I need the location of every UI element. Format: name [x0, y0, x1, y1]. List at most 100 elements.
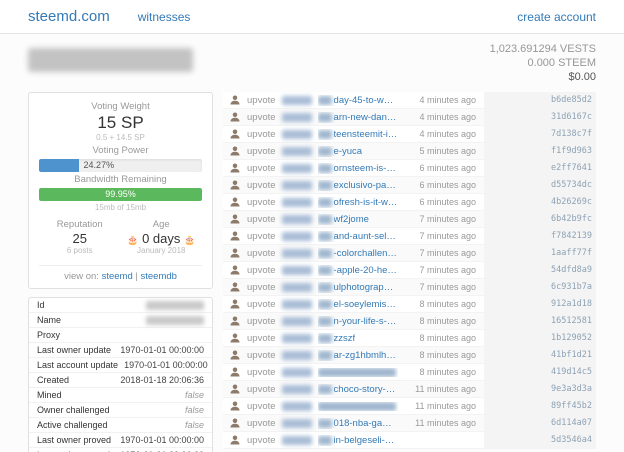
tx-hash-link[interactable]: 54dfd8a9 [484, 262, 596, 279]
tx-title-link[interactable]: exclusivo-para-steemit-sencillo-y-... [334, 180, 398, 191]
tx-hash-link[interactable]: e2ff7641 [484, 160, 596, 177]
tx-action-label: upvote [247, 349, 276, 361]
tx-timestamp: 6 minutes ago [419, 163, 476, 173]
tx-author-redacted[interactable] [281, 95, 312, 105]
tx-hash-link[interactable]: d55734dc [484, 177, 596, 194]
tx-hash-link[interactable]: 5d3546a4 [484, 432, 596, 449]
tx-title-link[interactable]: -apple-20-health-benefits [334, 265, 398, 276]
transaction-row: upvote ornsteem-is-beating-bitcoin 6 min… [223, 160, 596, 177]
tx-action-label: upvote [247, 264, 276, 276]
steemd-link[interactable]: steemd [102, 271, 133, 282]
tx-title-link[interactable]: teensteemit-iron-chef-2018-act-01-ro... [334, 129, 398, 140]
tx-title-link[interactable]: day-45-to-wales-around-the-world-in-... [334, 95, 398, 106]
user-avatar-icon [229, 366, 241, 378]
user-avatar-icon [229, 298, 241, 310]
tx-title-redacted-prefix [317, 265, 332, 275]
tx-author-redacted[interactable] [281, 367, 312, 377]
tx-title-link[interactable]: and-aunt-selfie-mode-7363c5d90b3ef [334, 231, 398, 242]
tx-hash-link[interactable]: 6b42b9fc [484, 211, 596, 228]
view-on-label: view on: [64, 271, 99, 282]
tx-hash-link[interactable]: 912a1d18 [484, 296, 596, 313]
tx-hash-link[interactable]: 9e3a3d3a [484, 381, 596, 398]
tx-title-link[interactable]: 018-nba-game-washington-wizards-aga... [334, 418, 398, 429]
tx-author-redacted[interactable] [281, 146, 312, 156]
tx-author-redacted[interactable] [281, 401, 312, 411]
tx-title-link[interactable]: arn-new-dancing-skills-call-shaku-sh... [334, 112, 398, 123]
tx-author-redacted[interactable] [281, 180, 312, 190]
tx-author-redacted[interactable] [281, 299, 312, 309]
tx-title-link[interactable]: ar-zg1hbmlh-o3in3 [334, 350, 398, 361]
property-value: false [184, 420, 204, 430]
tx-author-redacted[interactable] [281, 248, 312, 258]
create-account-link[interactable]: create account [517, 10, 596, 24]
tx-hash-link[interactable]: f7842139 [484, 228, 596, 245]
user-avatar-icon [229, 230, 241, 242]
tx-title-link[interactable]: -colorchallenge-thursday-green [334, 248, 398, 259]
tx-hash-link[interactable]: 41bf1d21 [484, 347, 596, 364]
tx-author-redacted[interactable] [281, 214, 312, 224]
tx-title-link[interactable]: n-your-life-s-journey [334, 316, 398, 327]
bandwidth-bar: 99.95% [39, 188, 202, 201]
tx-hash-link[interactable]: 419d14c5 [484, 364, 596, 381]
age-detail: January 2018 [137, 246, 186, 255]
account-balances: 1,023.691294 VESTS 0.000 STEEM $0.00 [490, 42, 596, 84]
tx-title-wrap: -apple-20-health-benefits [317, 265, 398, 276]
transaction-main: upvote 018-nba-game-washington-wizards-a… [223, 415, 484, 432]
tx-hash-link[interactable]: 1aaff77f [484, 245, 596, 262]
tx-title-link[interactable]: choco-story-puppy-photo-series-of-a... [334, 384, 398, 395]
tx-hash-link[interactable]: 6d114a07 [484, 415, 596, 432]
tx-author-redacted[interactable] [281, 231, 312, 241]
user-avatar-icon [229, 179, 241, 191]
tx-hash-link[interactable]: b6de85d2 [484, 92, 596, 109]
tx-timestamp: 6 minutes ago [419, 180, 476, 190]
tx-title-link[interactable]: in-belgeseli-banking-on-bitcoin [334, 435, 398, 446]
birthday-cake-icon: 🎂 [127, 235, 139, 245]
tx-title-link[interactable]: ofresh-is-it-worth-it-and-would-i-... [334, 197, 398, 208]
user-avatar-icon [229, 94, 241, 106]
tx-hash-link[interactable]: 16512581 [484, 313, 596, 330]
tx-author-redacted[interactable] [281, 129, 312, 139]
tx-author-redacted[interactable] [281, 112, 312, 122]
tx-action-label: upvote [247, 366, 276, 378]
tx-title-link[interactable]: ulphotography-colourful-nature-in-... [334, 282, 398, 293]
transaction-main: upvote ofresh-is-it-worth-it-and-would-i… [223, 194, 484, 211]
tx-author-redacted[interactable] [281, 333, 312, 343]
steemdb-link[interactable]: steemdb [140, 271, 176, 282]
tx-hash-link[interactable]: 6c931b7a [484, 279, 596, 296]
voting-card: Voting Weight 15 SP 0.5 + 14.5 SP Voting… [28, 92, 213, 289]
tx-hash-link[interactable]: 31d6167c [484, 109, 596, 126]
tx-title-redacted-prefix [317, 401, 396, 411]
tx-author-redacted[interactable] [281, 163, 312, 173]
tx-title-link[interactable]: e-yuca [334, 146, 363, 157]
nav-witnesses-link[interactable]: witnesses [138, 10, 191, 24]
transaction-main: upvote choco-story-puppy-photo-series-of… [223, 381, 484, 398]
tx-hash-link[interactable]: 1b129052 [484, 330, 596, 347]
tx-author-redacted[interactable] [281, 384, 312, 394]
view-on-row: view on: steemd | steemdb [39, 265, 202, 282]
tx-title-link[interactable]: wf2jome [334, 214, 369, 225]
tx-title-link[interactable]: zzszf [334, 333, 356, 344]
property-row: Active challenged false [29, 418, 212, 433]
tx-action-label: upvote [247, 434, 276, 446]
tx-title-redacted-prefix [317, 350, 332, 360]
voting-power-percent: 24.27% [83, 160, 115, 170]
tx-title-wrap [317, 401, 398, 411]
tx-hash-link[interactable]: 7d138c7f [484, 126, 596, 143]
tx-hash-link[interactable]: 89ff45b2 [484, 398, 596, 415]
tx-author-redacted[interactable] [281, 418, 312, 428]
tx-author-redacted[interactable] [281, 350, 312, 360]
tx-author-redacted[interactable] [281, 265, 312, 275]
tx-hash-link[interactable]: 4b26269c [484, 194, 596, 211]
tx-timestamp: 11 minutes ago [415, 384, 476, 394]
tx-author-redacted[interactable] [281, 435, 312, 445]
logo-link[interactable]: steemd.com [28, 8, 110, 25]
tx-author-redacted[interactable] [281, 282, 312, 292]
tx-title-link[interactable]: ornsteem-is-beating-bitcoin [334, 163, 398, 174]
transaction-main: upvote zzszf 8 minutes ago [223, 330, 484, 347]
tx-author-redacted[interactable] [281, 197, 312, 207]
tx-title-link[interactable]: el-soeylemis-hak-dostu-98d5d0b8d7be [334, 299, 398, 310]
tx-title-redacted-prefix [317, 95, 332, 105]
tx-hash-link[interactable]: f1f9d963 [484, 143, 596, 160]
tx-action-label: upvote [247, 196, 276, 208]
tx-author-redacted[interactable] [281, 316, 312, 326]
